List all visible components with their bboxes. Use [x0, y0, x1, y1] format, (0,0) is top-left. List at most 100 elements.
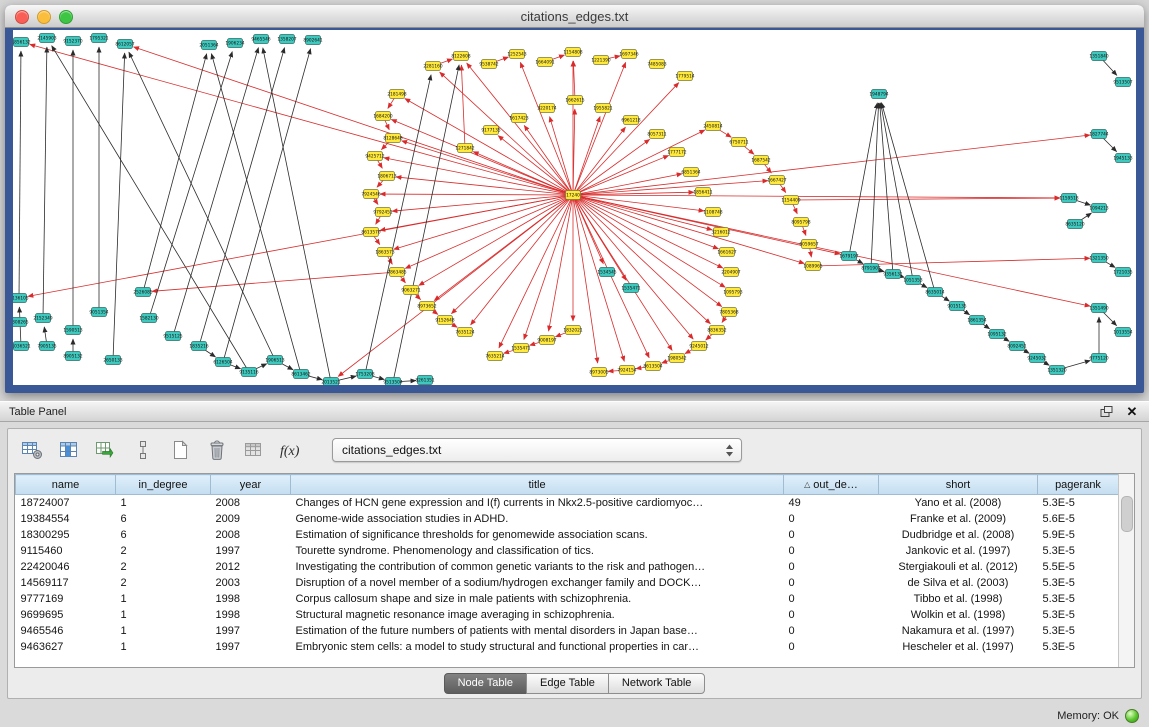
network-node[interactable]: 1667427 — [767, 176, 786, 185]
network-node[interactable]: 1679197 — [839, 252, 858, 261]
network-node[interactable]: 1089965 — [803, 262, 822, 271]
network-node[interactable]: 1856411 — [693, 188, 712, 197]
table-panel-titlebar[interactable]: Table Panel ✕ — [0, 401, 1149, 422]
column-header-year[interactable]: year — [211, 475, 291, 495]
network-node[interactable]: 2181498 — [387, 90, 406, 99]
network-node[interactable]: 1861354 — [967, 316, 986, 325]
network-edge[interactable] — [43, 47, 47, 318]
table-settings-icon[interactable] — [20, 439, 44, 461]
network-node[interactable]: 9136105 — [13, 294, 29, 303]
network-node[interactable]: 1154808 — [563, 48, 582, 57]
window-titlebar[interactable]: citations_edges.txt — [5, 5, 1144, 28]
column-header-pagerank[interactable]: pagerank — [1038, 475, 1119, 495]
network-node[interactable]: 1721035 — [1113, 268, 1132, 277]
network-node[interactable]: 8973005 — [589, 368, 608, 377]
table-row[interactable]: 1456911722003Disruption of a novel membe… — [16, 575, 1119, 591]
network-node[interactable]: 9015135 — [947, 302, 966, 311]
network-node[interactable]: 8128648 — [383, 134, 402, 143]
close-window-button[interactable] — [15, 10, 29, 24]
network-node[interactable]: 9152370 — [63, 37, 82, 46]
network-edge[interactable] — [471, 195, 573, 325]
network-node[interactable]: 1906513 — [265, 356, 284, 365]
network-edge[interactable] — [573, 195, 704, 211]
network-node[interactable]: 1159518 — [1059, 194, 1078, 203]
network-edge[interactable] — [211, 54, 301, 374]
network-node[interactable]: 2051364 — [199, 41, 218, 50]
network-node[interactable]: 8613504 — [643, 362, 662, 371]
network-node[interactable]: 1955821 — [593, 104, 612, 113]
close-panel-icon[interactable]: ✕ — [1124, 405, 1140, 419]
network-edge[interactable] — [573, 139, 650, 195]
network-node[interactable]: 1351840 — [1089, 52, 1108, 61]
table-scrollbar[interactable] — [1118, 474, 1134, 667]
import-table-icon[interactable] — [94, 439, 118, 461]
network-node[interactable]: 1795321 — [89, 34, 108, 43]
tab-node-table[interactable]: Node Table — [444, 673, 527, 694]
zoom-window-button[interactable] — [59, 10, 73, 24]
network-node[interactable]: 1252543 — [507, 50, 526, 59]
network-node[interactable]: 1358207 — [277, 35, 296, 44]
network-edge[interactable] — [524, 195, 573, 339]
network-edge[interactable] — [573, 195, 710, 324]
column-header-title[interactable]: title — [291, 475, 784, 495]
create-table-icon[interactable] — [168, 439, 192, 461]
network-node[interactable]: 1013554 — [1113, 328, 1132, 337]
network-edge[interactable] — [134, 47, 573, 195]
network-node[interactable]: 1806713 — [377, 172, 396, 181]
network-node[interactable]: 2204907 — [721, 268, 740, 277]
network-node[interactable]: 1582130 — [139, 314, 158, 323]
network-node[interactable]: 8095798 — [791, 218, 810, 227]
network-node[interactable]: 8057311 — [647, 130, 666, 139]
network-edge[interactable] — [573, 195, 712, 230]
network-node[interactable]: 8092451 — [1007, 342, 1026, 351]
network-node[interactable]: 1753208 — [355, 370, 374, 379]
network-node[interactable]: 1095132 — [987, 330, 1006, 339]
network-edge[interactable] — [380, 194, 573, 195]
network-node[interactable]: 8122608 — [451, 52, 470, 61]
scrollbar-thumb[interactable] — [1121, 496, 1133, 532]
network-node[interactable]: 7485083 — [647, 60, 666, 69]
network-node[interactable]: 2650133 — [103, 356, 122, 365]
network-edge[interactable] — [573, 195, 804, 263]
network-edge[interactable] — [173, 48, 258, 336]
memory-status-indicator[interactable] — [1125, 709, 1139, 723]
network-node[interactable]: 17240 — [566, 191, 581, 200]
network-node[interactable]: 1948794 — [869, 90, 888, 99]
network-node[interactable]: 7805368 — [719, 308, 738, 317]
network-edge[interactable] — [573, 195, 603, 264]
network-node[interactable]: 9792451 — [373, 208, 392, 217]
table-row[interactable]: 1938455462009Genome-wide association stu… — [16, 511, 1119, 527]
network-node[interactable]: 1980542 — [667, 354, 686, 363]
network-node[interactable]: 1051353 — [903, 276, 922, 285]
network-node[interactable]: 1094213 — [1089, 204, 1108, 213]
minimize-window-button[interactable] — [37, 10, 51, 24]
table-row[interactable]: 946554611997Estimation of the future num… — [16, 623, 1119, 639]
network-node[interactable]: 9513507 — [1113, 78, 1132, 87]
network-node[interactable]: 8905132 — [63, 352, 82, 361]
network-node[interactable]: 1661627 — [717, 248, 736, 257]
network-edge[interactable] — [405, 195, 573, 268]
network-node[interactable]: 2152349 — [33, 314, 52, 323]
network-node[interactable]: 1095793 — [723, 288, 742, 297]
function-builder-icon[interactable]: f(x) — [279, 439, 303, 461]
network-edge[interactable] — [393, 65, 459, 382]
network-node[interactable]: 9051354 — [89, 308, 108, 317]
table-row[interactable]: 2242004622012Investigating the contribut… — [16, 559, 1119, 575]
column-header-name[interactable]: name — [16, 475, 116, 495]
network-edge[interactable] — [849, 103, 877, 256]
network-node[interactable]: 1777172 — [667, 148, 686, 157]
network-node[interactable]: 1684200 — [373, 112, 392, 121]
network-node[interactable]: 1835216 — [189, 342, 208, 351]
network-node[interactable]: 2450814 — [703, 122, 722, 131]
float-panel-icon[interactable] — [1098, 405, 1114, 419]
network-node[interactable]: 6059657 — [799, 240, 818, 249]
network-node[interactable]: 7863485 — [387, 268, 406, 277]
network-edge[interactable] — [402, 141, 573, 195]
network-node[interactable]: 1808265 — [13, 318, 29, 327]
network-node[interactable]: 9513504 — [383, 378, 402, 386]
network-node[interactable]: 6775120 — [1089, 354, 1108, 363]
network-node[interactable]: 8973652 — [417, 302, 436, 311]
column-header-out_degree[interactable]: △out_de… — [784, 475, 879, 495]
network-node[interactable]: 6961218 — [621, 116, 640, 125]
network-node[interactable]: 1351320 — [1047, 366, 1066, 375]
